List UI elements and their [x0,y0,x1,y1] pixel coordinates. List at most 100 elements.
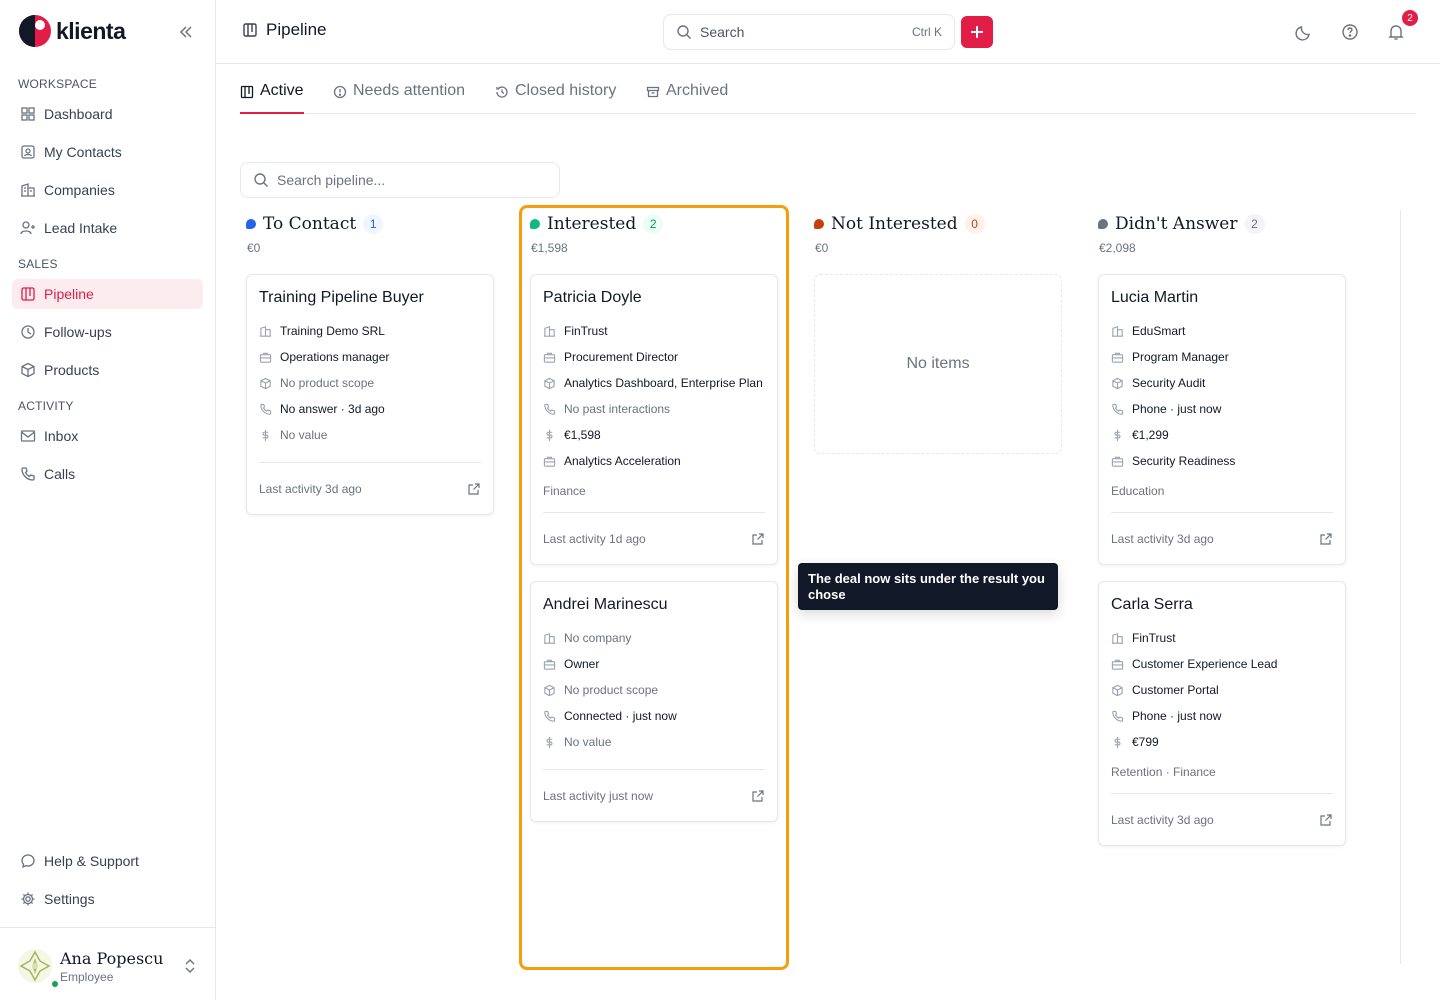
briefcase-icon [1111,456,1124,467]
product-row: No product scope [543,677,765,703]
product-scope: Customer Portal [1132,683,1219,697]
help-circle-icon [1342,24,1358,40]
external-link-icon[interactable] [751,532,765,546]
contact-role: Operations manager [280,350,390,364]
page-title-text: Pipeline [266,20,327,39]
contact-name: Lucia Martin [1111,289,1199,306]
contact-name: Training Pipeline Buyer [259,289,424,306]
product-row: Analytics Dashboard, Enterprise Plan [543,370,765,396]
page-title: Pipeline [242,20,327,40]
sidebar-item-settings[interactable]: Settings [12,884,203,914]
tab-needs-attention[interactable]: Needs attention [333,82,465,114]
value-row: €1,299 [1111,422,1333,448]
column-total: €1,598 [531,241,568,255]
global-search[interactable]: Ctrl K [663,14,955,50]
role-row: Procurement Director [543,344,765,370]
external-link-icon[interactable] [1319,813,1333,827]
column-header: To Contact 1 [246,214,384,234]
deal-card[interactable]: Lucia Martin EduSmart Program Manager Se… [1098,274,1346,565]
sidebar-item-help-support[interactable]: Help & Support [12,846,203,876]
company-row: FinTrust [1111,625,1333,651]
company-name: Training Demo SRL [280,324,385,338]
mail-icon [20,430,36,442]
tab-archived[interactable]: Archived [646,82,728,114]
user-menu[interactable]: Ana Popescu Employee [18,944,204,988]
sidebar-item-my-contacts[interactable]: My Contacts [12,137,203,167]
column-title: Interested [547,214,637,234]
briefcase-icon [543,659,556,670]
deal-value: €799 [1132,735,1159,749]
dark-mode-toggle[interactable] [1294,22,1314,42]
briefcase-icon [1111,659,1124,670]
phone-icon [1112,710,1124,722]
pipeline-search[interactable] [240,162,560,198]
sidebar-item-label: My Contacts [44,144,122,160]
building-icon [543,632,556,644]
building-icon [21,183,35,197]
external-link-icon[interactable] [1319,532,1333,546]
tab-label: Closed history [515,82,617,99]
sidebar-item-pipeline[interactable]: Pipeline [12,279,203,309]
product-row: Customer Portal [1111,677,1333,703]
column-count: 1 [363,214,384,234]
sidebar-item-follow-ups[interactable]: Follow-ups [12,317,203,347]
external-link-icon[interactable] [467,482,481,496]
tab-closed-history[interactable]: Closed history [495,82,616,114]
deal-row: Analytics Acceleration [543,448,765,474]
column-total: €2,098 [1099,241,1136,255]
contact-name: Patricia Doyle [543,289,642,306]
sidebar-item-label: Inbox [44,428,79,444]
contact-name: Andrei Marinescu [543,596,668,613]
add-button[interactable] [961,16,993,48]
package-icon [1112,377,1123,389]
sidebar-item-dashboard[interactable]: Dashboard [12,99,203,129]
deal-card[interactable]: Patricia Doyle FinTrust Procurement Dire… [530,274,778,565]
deal-value: €1,598 [564,428,601,442]
chevron-up-down-icon[interactable] [182,956,198,976]
column-total: €0 [815,241,829,255]
building-icon [543,325,556,337]
column-title: To Contact [263,214,357,234]
sidebar-item-companies[interactable]: Companies [12,175,203,205]
company-row: Training Demo SRL [259,318,481,344]
deal-name: Security Readiness [1132,454,1236,468]
sidebar-item-lead-intake[interactable]: Lead Intake [12,213,203,243]
app-logo[interactable]: klienta [18,14,126,48]
pipeline-search-input[interactable] [277,172,547,188]
company-name: FinTrust [564,324,608,338]
interaction-row: No past interactions [543,396,765,422]
sidebar-item-inbox[interactable]: Inbox [12,421,203,451]
phone-icon [260,403,272,415]
interaction-row: No answer · 3d ago [259,396,481,422]
card-footer: Last activity just now [543,769,765,821]
pipeline-tabs: Active Needs attention Closed history Ar… [240,64,1416,114]
help-button[interactable] [1340,22,1360,42]
dollar-icon [262,429,269,441]
deal-card[interactable]: Carla Serra FinTrust Customer Experience… [1098,581,1346,846]
company-name: EduSmart [1132,324,1186,338]
deal-card[interactable]: Andrei Marinescu No company Owner No pro… [530,581,778,822]
app-name: klienta [56,17,126,44]
deal-card[interactable]: Training Pipeline Buyer Training Demo SR… [246,274,494,515]
sidebar-item-products[interactable]: Products [12,355,203,385]
briefcase-icon [543,456,556,467]
tab-label: Active [260,82,304,99]
tab-active[interactable]: Active [240,82,304,114]
notifications-button[interactable] [1386,22,1406,42]
external-link-icon[interactable] [751,789,765,803]
card-tags: Retention · Finance [1111,765,1216,779]
collapse-sidebar-icon[interactable] [176,22,196,42]
deal-name: Analytics Acceleration [564,454,681,468]
tab-label: Needs attention [353,82,466,99]
search-input[interactable] [700,24,904,40]
contact-role: Customer Experience Lead [1132,657,1278,671]
contact-role: Procurement Director [564,350,679,364]
product-row: No product scope [259,370,481,396]
card-tags: Finance [543,484,586,498]
pipeline-icon [243,23,257,37]
last-interaction: Phone · just now [1132,709,1222,723]
avatar-pattern-icon [18,949,52,983]
package-icon [1112,684,1123,696]
sidebar-item-calls[interactable]: Calls [12,459,203,489]
card-footer: Last activity 3d ago [1111,512,1333,564]
